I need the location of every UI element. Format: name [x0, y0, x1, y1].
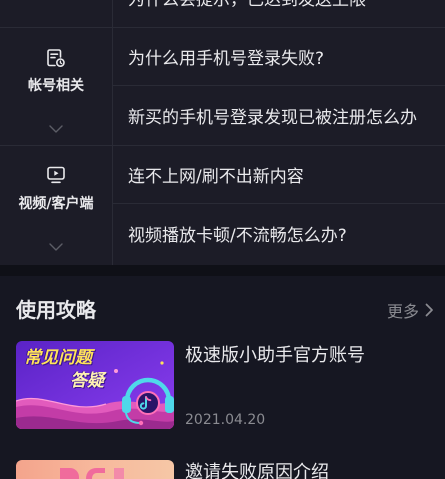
faq-question-text: 为什么用手机号登录失败? [128, 49, 325, 69]
faq-category-account[interactable]: 帐号相关 [0, 28, 112, 145]
section-separator [0, 265, 445, 276]
guide-title[interactable]: 邀请失败原因介绍 [185, 460, 329, 479]
faq-question-text: 连不上网/刷不出新内容 [128, 167, 304, 187]
thumbnail-caption-line1: 常见问题 [24, 348, 92, 368]
chevron-down-icon[interactable] [49, 125, 63, 133]
guides-section-title: 使用攻略 [16, 298, 96, 322]
faq-category-label: 视频/客户端 [18, 196, 94, 212]
faq-question-text: 新买的手机号登录发现已被注册怎么办 [128, 108, 417, 128]
chevron-down-icon[interactable] [49, 243, 63, 251]
faq-question-number-registered[interactable]: 新买的手机号登录发现已被注册怎么办 [113, 86, 445, 145]
faq-category-video-client[interactable]: 视频/客户端 [0, 146, 112, 265]
faq-question-no-network[interactable]: 连不上网/刷不出新内容 [113, 146, 445, 203]
guide-thumbnail[interactable]: 常见问题 答疑 [16, 341, 174, 429]
guide-thumbnail[interactable] [16, 460, 174, 479]
thumbnail-image [16, 460, 174, 479]
help-center-page: 为什么会提示，已达到发送上限 帐号相关 为什么用手机号登录失败? 新买的手机号登… [0, 0, 445, 479]
faq-question-text: 为什么会提示，已达到发送上限 [128, 0, 366, 8]
guides-more-link[interactable]: 更多 [378, 299, 434, 321]
video-play-icon [47, 166, 65, 184]
guide-item-invite-failed[interactable]: 邀请失败原因介绍 [16, 460, 429, 479]
more-label: 更多 [386, 302, 419, 321]
guide-title[interactable]: 极速版小助手官方账号 [185, 343, 365, 369]
guide-date: 2021.04.20 [185, 412, 266, 428]
account-doc-icon [47, 49, 65, 67]
thumbnail-caption-line2: 答疑 [70, 371, 104, 391]
faq-category-label: 帐号相关 [28, 78, 84, 94]
faq-question-partial[interactable]: 为什么会提示，已达到发送上限 [113, 0, 445, 8]
faq-section: 为什么会提示，已达到发送上限 帐号相关 为什么用手机号登录失败? 新买的手机号登… [0, 0, 445, 265]
chevron-right-icon [425, 303, 433, 317]
faq-question-login-failed[interactable]: 为什么用手机号登录失败? [113, 28, 445, 85]
faq-question-text: 视频播放卡顿/不流畅怎么办? [128, 225, 347, 246]
faq-question-playback-lag[interactable]: 视频播放卡顿/不流畅怎么办? [113, 204, 445, 262]
guide-item-assistant-account[interactable]: 常见问题 答疑 极速版小助手官方账号 2021.04.20 [16, 341, 429, 429]
